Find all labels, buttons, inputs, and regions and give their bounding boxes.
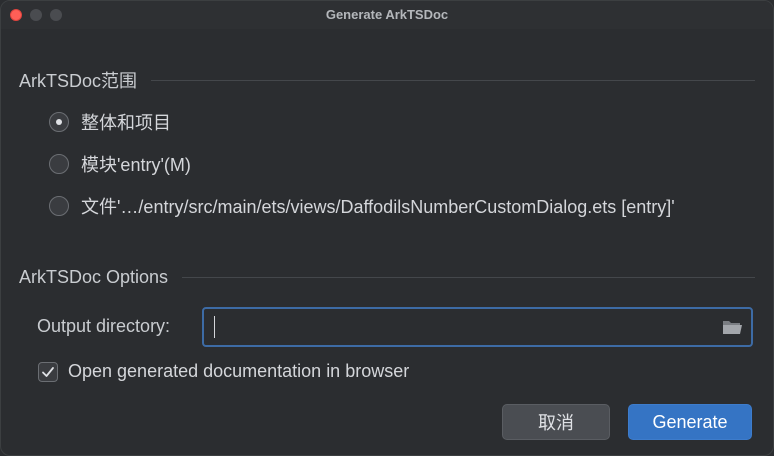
scope-option-label: 文件'…/entry/src/main/ets/views/DaffodilsN… bbox=[81, 197, 675, 217]
radio-button-selected[interactable] bbox=[49, 112, 69, 132]
section-divider bbox=[182, 277, 755, 278]
checkmark-icon bbox=[42, 366, 54, 377]
options-section-label: ArkTSDoc Options bbox=[19, 267, 169, 287]
scope-option-whole-project[interactable]: 整体和项目 bbox=[49, 109, 171, 135]
window-title: Generate ArkTSDoc bbox=[325, 7, 449, 22]
scope-option-label: 整体和项目 bbox=[81, 113, 171, 133]
output-directory-field[interactable] bbox=[202, 307, 753, 347]
open-in-browser-label: Open generated documentation in browser bbox=[68, 361, 410, 381]
open-in-browser-option[interactable]: Open generated documentation in browser bbox=[38, 361, 409, 382]
open-in-browser-checkbox[interactable] bbox=[38, 361, 58, 382]
radio-button[interactable] bbox=[49, 154, 69, 174]
output-directory-label: Output directory: bbox=[37, 316, 171, 336]
output-directory-input[interactable] bbox=[208, 311, 712, 345]
folder-icon[interactable] bbox=[721, 317, 743, 337]
cancel-button[interactable]: 取消 bbox=[502, 404, 610, 440]
scope-option-module[interactable]: 模块'entry'(M) bbox=[49, 151, 191, 177]
scope-section-header: ArkTSDoc范围 bbox=[19, 67, 755, 93]
text-caret bbox=[214, 316, 215, 338]
title-bar[interactable]: Generate ArkTSDoc bbox=[1, 1, 773, 29]
options-section-header: ArkTSDoc Options bbox=[19, 267, 755, 288]
scope-option-file[interactable]: 文件'…/entry/src/main/ets/views/DaffodilsN… bbox=[49, 193, 675, 219]
section-divider bbox=[151, 79, 755, 81]
radio-button[interactable] bbox=[49, 196, 69, 216]
generate-button[interactable]: Generate bbox=[628, 404, 752, 440]
dialog-window: Generate ArkTSDoc ArkTSDoc范围 整体和项目 模块'en… bbox=[0, 0, 774, 456]
scope-section-label: ArkTSDoc范围 bbox=[19, 71, 138, 91]
scope-option-label: 模块'entry'(M) bbox=[81, 155, 191, 175]
